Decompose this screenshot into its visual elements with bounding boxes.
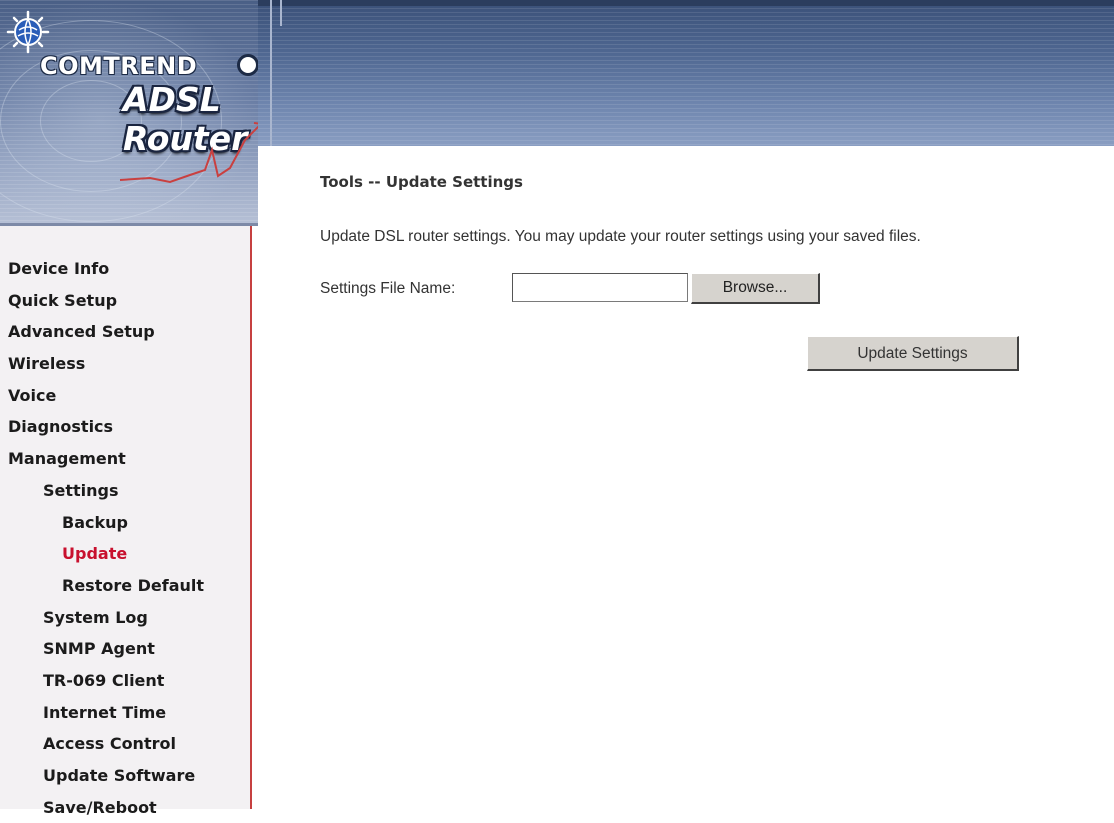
- sidebar-item-tr069-client[interactable]: TR-069 Client: [0, 665, 250, 697]
- sidebar-item-advanced-setup[interactable]: Advanced Setup: [0, 316, 250, 348]
- sidebar-item-restore-default[interactable]: Restore Default: [0, 570, 250, 602]
- sidebar-item-diagnostics[interactable]: Diagnostics: [0, 411, 250, 443]
- sidebar-item-update-software[interactable]: Update Software: [0, 760, 250, 792]
- header-divider: [270, 0, 272, 146]
- browse-button[interactable]: Browse...: [691, 273, 820, 304]
- brand-dot-filled: [257, 54, 258, 76]
- sidebar-nav: Device Info Quick Setup Advanced Setup W…: [0, 253, 250, 823]
- sidebar-item-voice[interactable]: Voice: [0, 380, 250, 412]
- sidebar: Device Info Quick Setup Advanced Setup W…: [0, 226, 252, 817]
- sidebar-item-wireless[interactable]: Wireless: [0, 348, 250, 380]
- brand-name: COMTREND: [40, 52, 198, 80]
- settings-file-label: Settings File Name:: [320, 280, 456, 297]
- page-description: Update DSL router settings. You may upda…: [320, 228, 921, 245]
- sidebar-item-access-control[interactable]: Access Control: [0, 728, 250, 760]
- logo-panel: COMTREND ADSL Router: [0, 0, 258, 226]
- sidebar-item-management[interactable]: Management: [0, 443, 250, 475]
- sidebar-item-update[interactable]: Update: [0, 538, 250, 570]
- sidebar-item-quick-setup[interactable]: Quick Setup: [0, 285, 250, 317]
- settings-file-input[interactable]: [512, 273, 688, 302]
- header-divider-short: [280, 0, 282, 26]
- sidebar-item-system-log[interactable]: System Log: [0, 602, 250, 634]
- sidebar-item-save-reboot[interactable]: Save/Reboot: [0, 792, 250, 823]
- brand-dot-outline: [237, 54, 258, 76]
- page-title: Tools -- Update Settings: [320, 173, 523, 191]
- sidebar-item-device-info[interactable]: Device Info: [0, 253, 250, 285]
- sidebar-item-snmp-agent[interactable]: SNMP Agent: [0, 633, 250, 665]
- signal-wave-icon: [120, 122, 258, 184]
- sidebar-item-settings[interactable]: Settings: [0, 475, 250, 507]
- update-settings-button[interactable]: Update Settings: [807, 336, 1019, 371]
- sidebar-item-backup[interactable]: Backup: [0, 507, 250, 539]
- sidebar-item-internet-time[interactable]: Internet Time: [0, 697, 250, 729]
- brand-globe-icon: [6, 10, 50, 54]
